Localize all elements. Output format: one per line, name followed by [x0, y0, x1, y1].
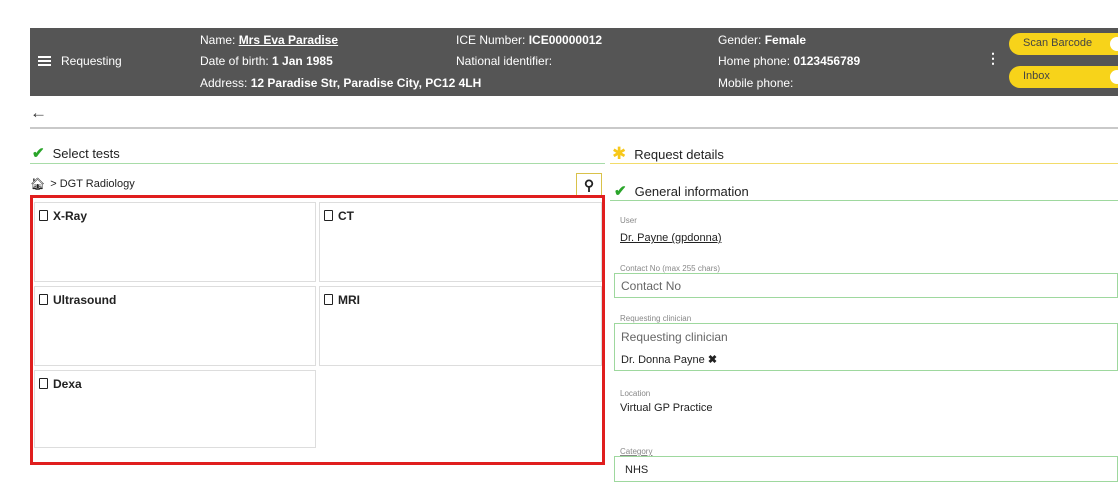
test-tile-ultrasound[interactable]: Ultrasound	[34, 286, 316, 366]
clinician-placeholder: Requesting clinician	[621, 330, 728, 344]
back-arrow-icon[interactable]: ←	[30, 103, 47, 123]
location-value: Virtual GP Practice	[620, 402, 713, 414]
test-tile-ct[interactable]: CT	[319, 202, 602, 282]
user-label: User	[620, 216, 637, 225]
mobile-phone: Mobile phone:	[718, 76, 794, 90]
general-info-header: ✔ General information	[614, 182, 749, 200]
menu-button[interactable]: Requesting	[38, 54, 122, 68]
document-icon	[39, 210, 48, 221]
location-label: Location	[620, 389, 651, 398]
test-tile-dexa[interactable]: Dexa	[34, 370, 316, 448]
clinician-tag: Dr. Donna Payne ✖	[621, 354, 718, 366]
patient-gender: Gender: Female	[718, 33, 807, 47]
hamburger-icon	[38, 56, 51, 66]
search-button[interactable]: ⚲︎	[576, 173, 602, 197]
document-icon	[39, 294, 48, 305]
national-identifier: National identifier:	[456, 54, 553, 68]
request-details-header: ✱ Request details	[612, 144, 724, 164]
asterisk-icon: ✱	[612, 144, 627, 163]
patient-dob: Date of birth: 1 Jan 1985	[200, 54, 333, 68]
home-icon[interactable]: 🏠︎	[30, 177, 45, 191]
user-link[interactable]: Dr. Payne (gpdonna)	[620, 232, 722, 244]
patient-name: Name: Mrs Eva Paradise	[200, 33, 339, 47]
category-label: Category	[620, 447, 653, 456]
ice-number: ICE Number: ICE00000012	[456, 33, 603, 47]
category-value: NHS	[625, 464, 649, 476]
category-select[interactable]: NHS	[614, 456, 1118, 482]
test-grid: X-Ray CT Ultrasound MRI Dexa	[30, 195, 605, 465]
request-details-underline	[610, 163, 1118, 164]
select-tests-underline	[30, 163, 605, 164]
clinician-label: Requesting clinician	[620, 314, 692, 323]
contact-label: Contact No (max 255 chars)	[620, 264, 721, 273]
patient-name-link[interactable]: Mrs Eva Paradise	[239, 33, 338, 47]
inbox-button[interactable]: Inbox	[1009, 66, 1118, 88]
search-icon: ⚲︎	[583, 177, 595, 193]
clinician-field[interactable]: Requesting clinician Dr. Donna Payne ✖	[614, 323, 1118, 371]
header-divider	[30, 127, 1118, 129]
breadcrumb: 🏠︎ > DGT Radiology	[30, 177, 135, 191]
document-icon	[324, 210, 333, 221]
test-tile-xray[interactable]: X-Ray	[34, 202, 316, 282]
menu-label: Requesting	[61, 54, 122, 68]
test-tile-mri[interactable]: MRI	[319, 286, 602, 366]
patient-address: Address: 12 Paradise Str, Paradise City,…	[200, 76, 482, 90]
check-icon: ✔	[614, 183, 627, 200]
toggle-knob-icon	[1110, 37, 1118, 51]
toggle-knob-icon	[1110, 70, 1118, 84]
general-info-underline	[610, 200, 1118, 201]
contact-placeholder: Contact No	[621, 279, 682, 293]
home-phone: Home phone: 0123456789	[718, 54, 861, 68]
check-icon: ✔	[32, 145, 45, 162]
contact-field[interactable]: Contact No	[614, 273, 1118, 298]
document-icon	[324, 294, 333, 305]
more-options-icon[interactable]: ⋮	[986, 50, 1000, 67]
select-tests-title: Select tests	[52, 145, 120, 161]
scan-barcode-button[interactable]: Scan Barcode	[1009, 33, 1118, 55]
remove-icon[interactable]: ✖	[708, 354, 717, 366]
request-details-title: Request details	[634, 146, 724, 162]
general-info-title: General information	[634, 183, 749, 199]
document-icon	[39, 378, 48, 389]
select-tests-header: ✔ Select tests	[32, 144, 120, 162]
patient-header-bar: Requesting Name: Mrs Eva Paradise Date o…	[30, 28, 1118, 96]
breadcrumb-path[interactable]: > DGT Radiology	[50, 178, 134, 190]
